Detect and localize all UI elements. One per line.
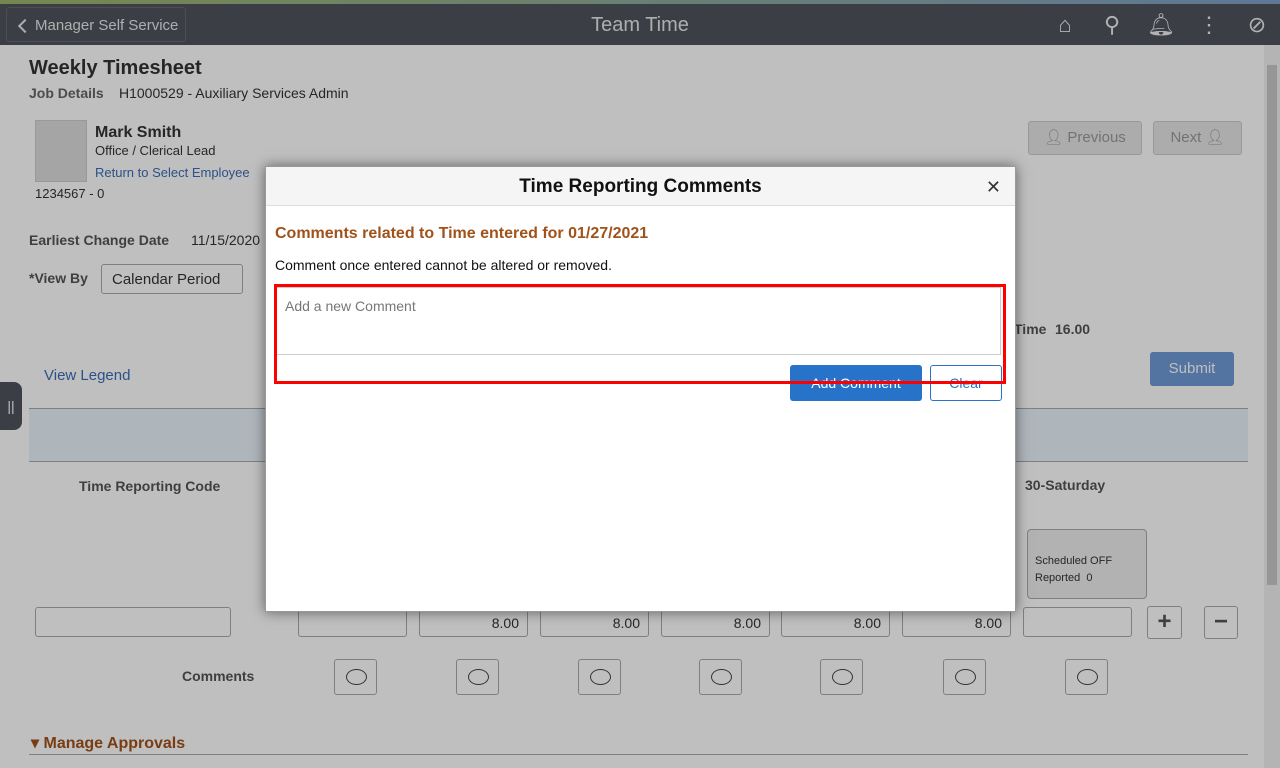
close-icon[interactable]: ✕ bbox=[986, 177, 1001, 198]
time-reporting-comments-dialog: Time Reporting Comments ✕ Comments relat… bbox=[265, 166, 1016, 612]
highlight-box bbox=[274, 284, 1006, 384]
dialog-header: Time Reporting Comments ✕ bbox=[266, 167, 1015, 206]
dialog-title: Time Reporting Comments bbox=[519, 176, 762, 197]
dialog-subtitle: Comments related to Time entered for 01/… bbox=[275, 225, 649, 242]
dialog-note: Comment once entered cannot be altered o… bbox=[275, 257, 612, 273]
